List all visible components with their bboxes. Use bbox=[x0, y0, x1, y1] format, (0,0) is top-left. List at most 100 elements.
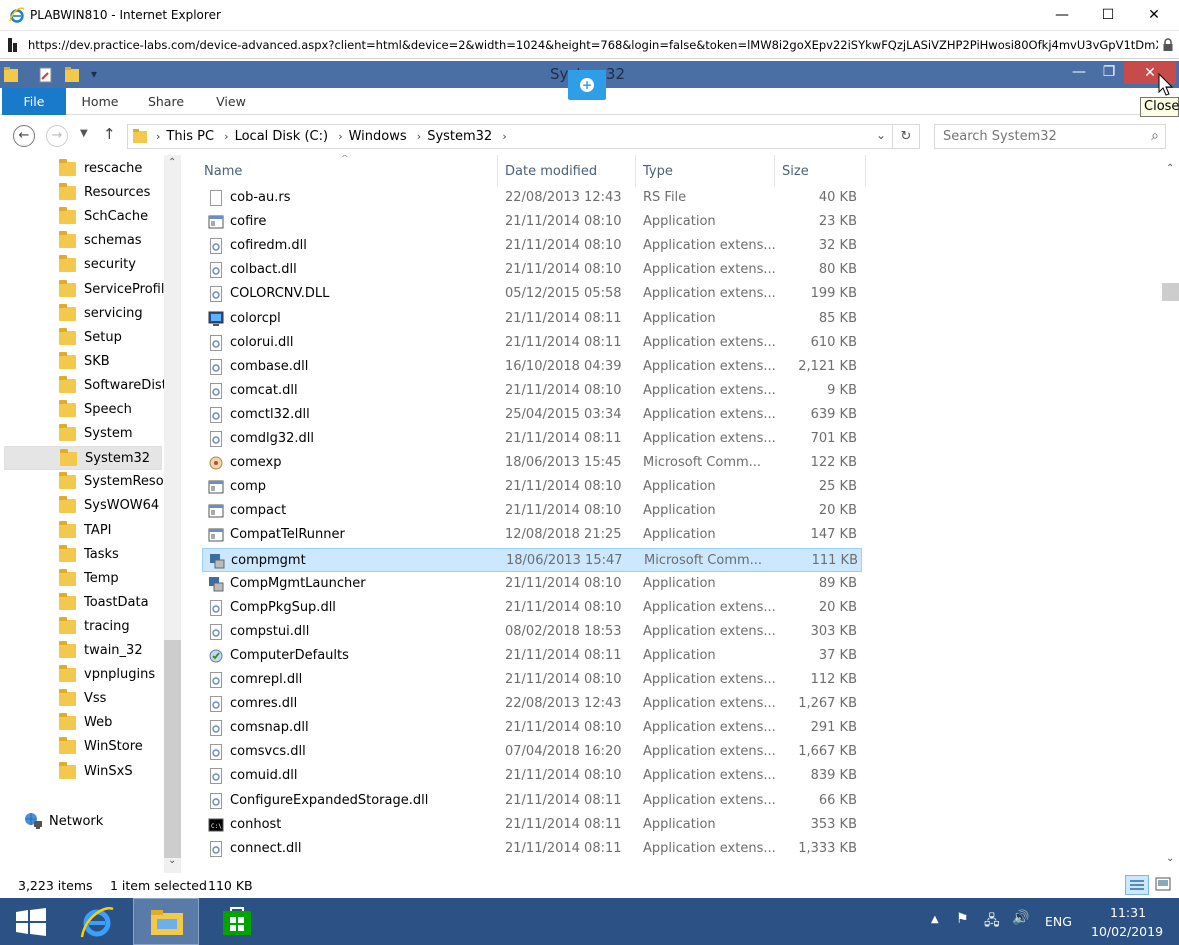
nav-folder-item[interactable]: SystemResources bbox=[4, 470, 164, 494]
breadcrumb-system32[interactable]: System32 bbox=[427, 129, 492, 144]
file-row[interactable]: comsvcs.dll 07/04/2018 16:20 Application e… bbox=[202, 740, 862, 764]
file-row[interactable]: cofire 21/11/2014 08:10 Application 23 KB bbox=[202, 210, 862, 234]
customize-toolbar-icon[interactable]: ▾ bbox=[91, 67, 97, 81]
nav-folder-item[interactable]: security bbox=[4, 253, 162, 277]
nav-folder-item[interactable]: rescache bbox=[4, 157, 162, 181]
nav-folder-item[interactable]: SKB bbox=[4, 350, 162, 374]
scroll-down-icon[interactable]: ⌄ bbox=[1166, 853, 1174, 864]
file-row[interactable]: comrepl.dll 21/11/2014 08:10 Application e… bbox=[202, 668, 862, 692]
clock-date[interactable]: 10/02/2019 bbox=[1091, 924, 1163, 939]
file-row[interactable]: compact 21/11/2014 08:10 Application 20 KB bbox=[202, 499, 862, 523]
explorer-restore-button[interactable]: ❐ bbox=[1094, 61, 1124, 83]
refresh-button[interactable]: ↻ bbox=[893, 124, 920, 149]
action-center-flag-icon[interactable]: ⚑ bbox=[956, 911, 969, 927]
tab-home[interactable]: Home bbox=[72, 88, 128, 115]
nav-folder-item[interactable]: System bbox=[4, 422, 162, 446]
file-row[interactable]: COLORCNV.DLL 05/12/2015 05:58 Application … bbox=[202, 282, 862, 306]
nav-folder-item[interactable]: Tasks bbox=[4, 543, 162, 567]
file-row[interactable]: CompatTelRunner 12/08/2018 21:25 Applicati… bbox=[202, 523, 862, 547]
search-box[interactable]: ⌕ bbox=[934, 124, 1166, 149]
file-row[interactable]: comres.dll 22/08/2013 12:43 Application ex… bbox=[202, 692, 862, 716]
column-header-type[interactable]: Type bbox=[637, 155, 775, 187]
explorer-minimize-button[interactable]: — bbox=[1064, 61, 1094, 83]
up-button[interactable]: ↑ bbox=[103, 125, 116, 143]
breadcrumb-local-disk[interactable]: Local Disk (C:) bbox=[235, 129, 328, 144]
scroll-down-icon[interactable]: ⌄ bbox=[168, 855, 176, 866]
column-header-date[interactable]: Date modified bbox=[499, 155, 636, 187]
nav-folder-item[interactable]: SchCache bbox=[4, 205, 162, 229]
file-row[interactable]: compmgmt 18/06/2013 15:47 Microsoft Comm..… bbox=[202, 547, 862, 572]
nav-folder-item[interactable]: schemas bbox=[4, 229, 162, 253]
nav-folder-item[interactable]: Vss bbox=[4, 687, 162, 711]
file-row[interactable]: comdlg32.dll 21/11/2014 08:11 Application … bbox=[202, 427, 862, 451]
nav-folder-item[interactable]: System32 bbox=[4, 446, 162, 471]
new-folder-icon[interactable] bbox=[64, 66, 80, 84]
nav-folder-item[interactable]: Setup bbox=[4, 326, 162, 350]
nav-pane-scroll-thumb[interactable] bbox=[164, 640, 181, 858]
nav-folder-item[interactable]: tracing bbox=[4, 615, 162, 639]
back-button[interactable]: ← bbox=[13, 125, 35, 147]
large-icons-view-button[interactable] bbox=[1153, 875, 1175, 895]
file-row[interactable]: comuid.dll 21/11/2014 08:10 Application ex… bbox=[202, 764, 862, 788]
file-row[interactable]: compstui.dll 08/02/2018 18:53 Application … bbox=[202, 620, 862, 644]
volume-icon[interactable]: 🔊 bbox=[1012, 910, 1029, 926]
search-input[interactable] bbox=[943, 129, 1143, 144]
nav-folder-item[interactable]: Resources bbox=[4, 181, 162, 205]
breadcrumb-this-pc[interactable]: This PC bbox=[166, 129, 214, 144]
forward-button[interactable]: → bbox=[46, 125, 68, 147]
clock-time[interactable]: 11:31 bbox=[1110, 905, 1146, 920]
recent-locations-button[interactable]: ▼ bbox=[80, 128, 88, 139]
nav-pane-scrollbar[interactable]: ⌃ ⌄ bbox=[164, 155, 181, 873]
tab-share[interactable]: Share bbox=[138, 88, 194, 115]
tab-file[interactable]: File bbox=[2, 88, 66, 115]
column-header-size[interactable]: Size bbox=[776, 155, 866, 187]
file-row[interactable]: colorui.dll 21/11/2014 08:11 Application e… bbox=[202, 331, 862, 355]
browser-close-button[interactable]: ✕ bbox=[1131, 0, 1177, 31]
file-row[interactable]: comcat.dll 21/11/2014 08:10 Application ex… bbox=[202, 379, 862, 403]
nav-folder-item[interactable]: SoftwareDistribution bbox=[4, 374, 164, 398]
file-row[interactable]: ConfigureExpandedStorage.dll 21/11/2014 0… bbox=[202, 789, 862, 813]
file-row[interactable]: ComputerDefaults 21/11/2014 08:11 Applicat… bbox=[202, 644, 862, 668]
file-row[interactable]: CompMgmtLauncher 21/11/2014 08:10 Applicat… bbox=[202, 572, 862, 596]
address-box[interactable]: › This PC › Local Disk (C:) › Windows › Syst… bbox=[127, 124, 893, 149]
browser-address-bar[interactable]: https://dev.practice-labs.com/device-adv… bbox=[0, 31, 1179, 59]
file-row[interactable]: comctl32.dll 25/04/2015 03:34 Application … bbox=[202, 403, 862, 427]
network-tray-icon[interactable]: 🖧 bbox=[984, 910, 1000, 934]
start-button[interactable] bbox=[0, 898, 66, 945]
nav-folder-item[interactable]: WinStore bbox=[4, 735, 162, 759]
file-row[interactable]: C:\ conhost 21/11/2014 08:11 Application 353… bbox=[202, 813, 862, 837]
file-row[interactable]: comp 21/11/2014 08:10 Application 25 KB bbox=[202, 475, 862, 499]
show-hidden-icons-icon[interactable]: ▲ bbox=[931, 914, 939, 925]
nav-folder-item[interactable]: Temp bbox=[4, 567, 162, 591]
browser-url[interactable]: https://dev.practice-labs.com/device-adv… bbox=[28, 38, 1158, 52]
nav-folder-item[interactable]: servicing bbox=[4, 302, 162, 326]
scroll-up-icon[interactable]: ⌃ bbox=[1166, 163, 1174, 174]
file-row[interactable]: comexp 18/06/2013 15:45 Microsoft Comm... 1… bbox=[202, 451, 862, 475]
column-header-name[interactable]: Name ^ bbox=[198, 155, 498, 187]
nav-folder-item[interactable]: twain_32 bbox=[4, 639, 162, 663]
nav-folder-item[interactable]: WinSxS bbox=[4, 760, 162, 784]
taskbar-file-explorer[interactable] bbox=[133, 898, 199, 945]
nav-folder-item[interactable]: Speech bbox=[4, 398, 162, 422]
file-list-scrollbar[interactable]: ⌃ ⌄ bbox=[1162, 155, 1179, 873]
browser-minimize-button[interactable]: — bbox=[1039, 0, 1085, 31]
nav-folder-item[interactable]: ServiceProfiles bbox=[4, 278, 164, 302]
browser-maximize-button[interactable]: ☐ bbox=[1085, 0, 1131, 31]
file-row[interactable]: connect.dll 21/11/2014 08:11 Application e… bbox=[202, 837, 862, 861]
remote-toolbar-toggle-button[interactable]: + bbox=[568, 70, 606, 100]
tab-view[interactable]: View bbox=[203, 88, 259, 115]
address-history-button[interactable]: ⌄ bbox=[876, 128, 886, 142]
file-row[interactable]: cofiredm.dll 21/11/2014 08:10 Application … bbox=[202, 234, 862, 258]
file-row[interactable]: comsnap.dll 21/11/2014 08:10 Application e… bbox=[202, 716, 862, 740]
nav-folder-item[interactable]: SysWOW64 bbox=[4, 494, 162, 518]
file-row[interactable]: CompPkgSup.dll 21/11/2014 08:10 Applicatio… bbox=[202, 596, 862, 620]
properties-icon[interactable] bbox=[38, 66, 54, 84]
nav-folder-item[interactable]: Web bbox=[4, 711, 162, 735]
nav-folder-item[interactable]: TAPI bbox=[4, 519, 162, 543]
input-language[interactable]: ENG bbox=[1045, 914, 1072, 929]
taskbar-internet-explorer[interactable] bbox=[66, 898, 132, 945]
taskbar-store[interactable] bbox=[203, 898, 269, 945]
scroll-up-icon[interactable]: ⌃ bbox=[168, 157, 176, 168]
details-view-button[interactable] bbox=[1125, 875, 1149, 895]
file-row[interactable]: colbact.dll 21/11/2014 08:10 Application e… bbox=[202, 258, 862, 282]
